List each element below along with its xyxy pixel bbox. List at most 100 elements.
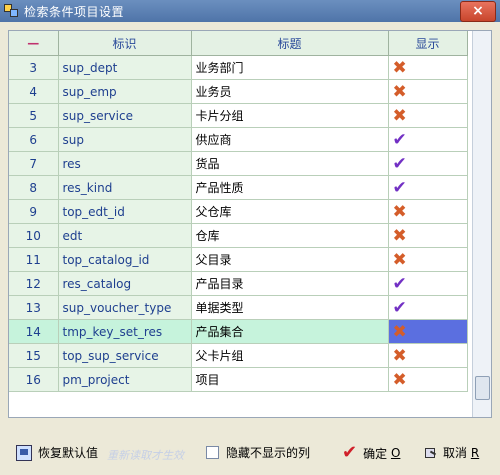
row-code[interactable]: tmp_key_set_res bbox=[58, 319, 192, 344]
row-show-toggle[interactable]: ✔ bbox=[388, 151, 468, 176]
row-title[interactable]: 仓库 bbox=[191, 223, 389, 248]
row-index[interactable]: 7 bbox=[9, 151, 59, 176]
row-title[interactable]: 父卡片组 bbox=[191, 343, 389, 368]
row-show-toggle[interactable]: ✖ bbox=[388, 319, 468, 344]
row-code[interactable]: res_catalog bbox=[58, 271, 192, 296]
row-show-toggle[interactable]: ✖ bbox=[388, 103, 468, 128]
table-row[interactable]: 6 sup 供应商 ✔ bbox=[9, 127, 468, 152]
row-title[interactable]: 父目录 bbox=[191, 247, 389, 272]
cancel-button[interactable]: 取消 R bbox=[423, 444, 479, 461]
cancel-icon bbox=[423, 446, 437, 460]
row-index[interactable]: 15 bbox=[9, 343, 59, 368]
row-title[interactable]: 产品目录 bbox=[191, 271, 389, 296]
row-index[interactable]: 13 bbox=[9, 295, 59, 320]
ok-label: 确定 bbox=[363, 446, 388, 461]
table-row[interactable]: 3 sup_dept 业务部门 ✖ bbox=[9, 55, 468, 80]
cross-icon: ✖ bbox=[392, 57, 407, 78]
row-code[interactable]: res_kind bbox=[58, 175, 192, 200]
row-index[interactable]: 6 bbox=[9, 127, 59, 152]
row-code[interactable]: sup bbox=[58, 127, 192, 152]
row-code[interactable]: top_catalog_id bbox=[58, 247, 192, 272]
cross-icon: ✖ bbox=[392, 369, 407, 390]
restore-defaults-button[interactable]: 恢复默认值 bbox=[16, 444, 98, 461]
row-title[interactable]: 父仓库 bbox=[191, 199, 389, 224]
row-code[interactable]: top_edt_id bbox=[58, 199, 192, 224]
close-button[interactable]: × bbox=[460, 1, 496, 22]
table-row[interactable]: 9 top_edt_id 父仓库 ✖ bbox=[9, 199, 468, 224]
table-row[interactable]: 7 res 货品 ✔ bbox=[9, 151, 468, 176]
cross-icon: ✖ bbox=[392, 345, 407, 366]
table-row[interactable]: 15 top_sup_service 父卡片组 ✖ bbox=[9, 343, 468, 368]
row-index[interactable]: 10 bbox=[9, 223, 59, 248]
row-show-toggle[interactable]: ✔ bbox=[388, 271, 468, 296]
checkmark-icon: ✔ bbox=[392, 273, 407, 294]
row-code[interactable]: res bbox=[58, 151, 192, 176]
row-title[interactable]: 业务部门 bbox=[191, 55, 389, 80]
row-show-toggle[interactable]: ✔ bbox=[388, 175, 468, 200]
hide-hidden-columns-checkbox[interactable]: 隐藏不显示的列 bbox=[206, 444, 310, 461]
checkmark-icon: ✔ bbox=[392, 297, 407, 318]
scroll-thumb[interactable] bbox=[475, 376, 490, 400]
table-row[interactable]: 16 pm_project 项目 ✖ bbox=[9, 367, 468, 392]
row-show-toggle[interactable]: ✔ bbox=[388, 127, 468, 152]
row-index[interactable]: 8 bbox=[9, 175, 59, 200]
restore-icon bbox=[16, 444, 32, 461]
row-title[interactable]: 项目 bbox=[191, 367, 389, 392]
row-code[interactable]: sup_service bbox=[58, 103, 192, 128]
footer-bar: 恢复默认值 重新读取才生效 隐藏不显示的列 ✔ 确定 O 取消 R bbox=[0, 440, 500, 470]
row-show-toggle[interactable]: ✖ bbox=[388, 55, 468, 80]
row-code[interactable]: sup_emp bbox=[58, 79, 192, 104]
row-index[interactable]: 9 bbox=[9, 199, 59, 224]
app-icon bbox=[4, 4, 18, 18]
row-show-toggle[interactable]: ✖ bbox=[388, 223, 468, 248]
row-index[interactable]: 11 bbox=[9, 247, 59, 272]
table-row[interactable]: 14 tmp_key_set_res 产品集合 ✖ bbox=[9, 319, 468, 344]
row-title[interactable]: 产品性质 bbox=[191, 175, 389, 200]
row-title[interactable]: 单据类型 bbox=[191, 295, 389, 320]
table-row[interactable]: 8 res_kind 产品性质 ✔ bbox=[9, 175, 468, 200]
ok-button[interactable]: ✔ 确定 O bbox=[342, 444, 400, 462]
row-show-toggle[interactable]: ✔ bbox=[388, 295, 468, 320]
checkmark-icon: ✔ bbox=[392, 153, 407, 174]
items-grid[interactable]: — 标识 标题 显示 3 sup_dept 业务部门 ✖ 4 sup_emp 业务员 ✖ 5 su… bbox=[8, 30, 492, 418]
row-index[interactable]: 12 bbox=[9, 271, 59, 296]
cross-icon: ✖ bbox=[392, 81, 407, 102]
row-index[interactable]: 3 bbox=[9, 55, 59, 80]
row-index[interactable]: 16 bbox=[9, 367, 59, 392]
table-row[interactable]: 12 res_catalog 产品目录 ✔ bbox=[9, 271, 468, 296]
row-title[interactable]: 供应商 bbox=[191, 127, 389, 152]
table-row[interactable]: 10 edt 仓库 ✖ bbox=[9, 223, 468, 248]
row-show-toggle[interactable]: ✖ bbox=[388, 247, 468, 272]
row-title[interactable]: 产品集合 bbox=[191, 319, 389, 344]
row-title[interactable]: 货品 bbox=[191, 151, 389, 176]
ok-shortcut: O bbox=[390, 446, 401, 460]
table-row[interactable]: 13 sup_voucher_type 单据类型 ✔ bbox=[9, 295, 468, 320]
checkbox-box[interactable] bbox=[206, 446, 219, 459]
checkmark-icon: ✔ bbox=[392, 129, 407, 150]
cross-icon: ✖ bbox=[392, 225, 407, 246]
row-code[interactable]: top_sup_service bbox=[58, 343, 192, 368]
row-show-toggle[interactable]: ✖ bbox=[388, 199, 468, 224]
row-code[interactable]: edt bbox=[58, 223, 192, 248]
row-title[interactable]: 卡片分组 bbox=[191, 103, 389, 128]
row-code[interactable]: sup_dept bbox=[58, 55, 192, 80]
header-index[interactable]: — bbox=[9, 31, 59, 56]
table-row[interactable]: 11 top_catalog_id 父目录 ✖ bbox=[9, 247, 468, 272]
cross-icon: ✖ bbox=[392, 321, 407, 342]
row-code[interactable]: pm_project bbox=[58, 367, 192, 392]
row-show-toggle[interactable]: ✖ bbox=[388, 367, 468, 392]
header-code[interactable]: 标识 bbox=[58, 31, 192, 56]
row-show-toggle[interactable]: ✖ bbox=[388, 343, 468, 368]
cancel-shortcut: R bbox=[470, 445, 480, 460]
row-index[interactable]: 14 bbox=[9, 319, 59, 344]
row-index[interactable]: 5 bbox=[9, 103, 59, 128]
row-index[interactable]: 4 bbox=[9, 79, 59, 104]
header-title[interactable]: 标题 bbox=[191, 31, 389, 56]
header-show[interactable]: 显示 bbox=[388, 31, 468, 56]
vertical-scrollbar[interactable] bbox=[472, 31, 491, 417]
row-show-toggle[interactable]: ✖ bbox=[388, 79, 468, 104]
row-code[interactable]: sup_voucher_type bbox=[58, 295, 192, 320]
table-row[interactable]: 5 sup_service 卡片分组 ✖ bbox=[9, 103, 468, 128]
row-title[interactable]: 业务员 bbox=[191, 79, 389, 104]
table-row[interactable]: 4 sup_emp 业务员 ✖ bbox=[9, 79, 468, 104]
